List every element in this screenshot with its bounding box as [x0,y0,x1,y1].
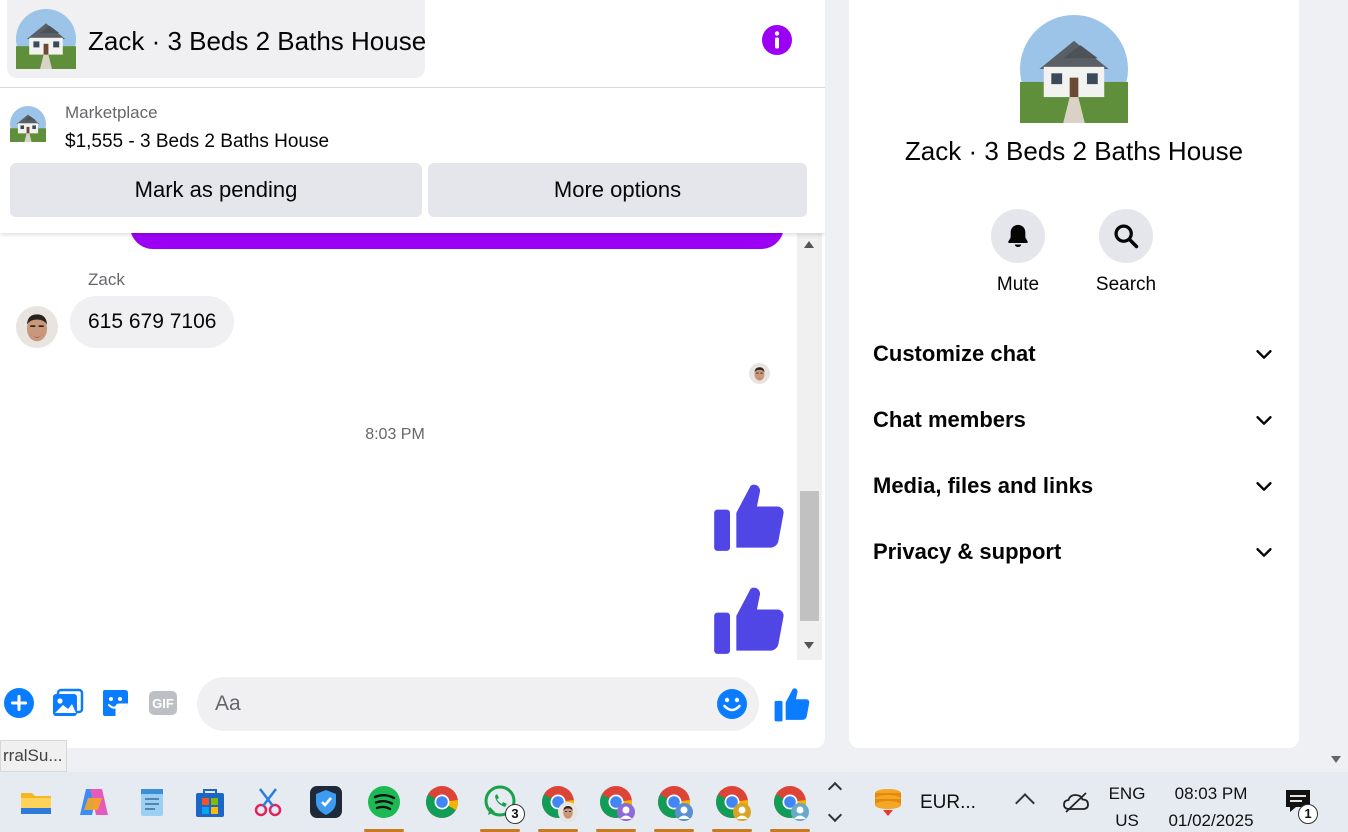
profile-avatar[interactable] [1020,15,1128,123]
chevron-down-icon [1253,475,1275,497]
profile-badge-icon [675,803,693,821]
seen-indicator-avatar [749,363,770,384]
message-timestamp: 8:03 PM [365,426,425,443]
gif-icon[interactable]: GIF [146,686,180,720]
scroll-up-arrow[interactable] [804,241,814,248]
bell-icon [1008,224,1028,248]
chat-pane: Zack · 3 Beds 2 Baths House Marketplace … [0,0,825,748]
chevron-down-icon[interactable] [827,807,843,823]
profile-name: Zack · 3 Beds 2 Baths House [904,136,1244,166]
chrome-profile-icon[interactable] [536,780,580,832]
input-language-indicator[interactable]: ENG US [1106,780,1148,832]
chevron-up-icon[interactable] [827,781,843,797]
notification-count-badge: 1 [1298,804,1318,824]
currency-widget[interactable]: EUR... [870,784,976,822]
mute-button-circle[interactable] [991,209,1045,263]
taskbar: 3 EUR... ENG US 08:03 PM 01/02/2025 1 [0,772,1348,832]
section-label: Chat members [873,407,1026,432]
listing-title[interactable]: $1,555 - 3 Beds 2 Baths House [65,131,329,153]
show-hidden-icons-chevron-icon[interactable] [1015,793,1035,813]
section-media-files-links[interactable]: Media, files and links [873,461,1275,511]
file-explorer-icon[interactable] [14,780,58,824]
section-customize-chat[interactable]: Customize chat [873,329,1275,379]
search-button-circle[interactable] [1099,209,1153,263]
message-scrollbar[interactable] [797,233,822,660]
section-privacy-support[interactable]: Privacy & support [873,527,1275,577]
received-message-bubble[interactable]: 615 679 7106 [70,296,235,348]
notification-center-icon[interactable]: 1 [1284,788,1324,828]
sticker-icon[interactable] [98,686,132,720]
snipping-tool-icon[interactable] [246,780,290,824]
thumbs-up-message-icon[interactable] [711,478,787,554]
chat-title[interactable]: Zack · 3 Beds 2 Baths House [88,26,426,57]
vpn-shield-icon[interactable] [304,780,348,824]
chat-header: Zack · 3 Beds 2 Baths House [0,0,825,88]
chevron-down-icon [1253,343,1275,365]
sender-avatar[interactable] [16,306,58,348]
whatsapp-icon[interactable]: 3 [478,780,525,832]
language-code: ENG [1108,784,1146,803]
mute-button[interactable]: Mute [973,209,1063,296]
listing-thumbnail[interactable] [10,106,46,142]
chevron-down-icon [1253,541,1275,563]
image-icon[interactable] [50,686,84,720]
currency-label: EUR... [920,792,976,813]
notepad-icon[interactable] [130,780,174,824]
scroll-down-arrow[interactable] [804,642,814,649]
coins-icon [875,789,901,816]
profile-badge-icon [617,803,635,821]
chrome-profile-icon[interactable] [768,780,812,832]
message-composer: GIF [0,672,825,736]
chrome-profile-icon[interactable] [710,780,754,832]
conversation-avatar[interactable] [16,9,76,69]
sent-message-bubble[interactable] [130,233,784,249]
sender-name: Zack [88,270,125,289]
more-options-button[interactable]: More options [428,163,807,217]
marketplace-listing-bar: Marketplace $1,555 - 3 Beds 2 Baths Hous… [0,88,825,233]
chevron-down-icon [1253,409,1275,431]
onedrive-cloud-icon[interactable] [1062,790,1090,814]
clock-time: 08:03 PM [1174,784,1248,803]
copilot-icon[interactable] [72,780,116,824]
section-chat-members[interactable]: Chat members [873,395,1275,445]
profile-badge-icon [733,803,751,821]
message-list[interactable]: Zack 615 679 7106 8:03 PM [0,233,797,660]
search-conversation-button[interactable]: Search [1081,209,1171,296]
region-code: US [1115,811,1139,830]
profile-badge-icon [791,803,809,821]
chrome-profile-icon[interactable] [652,780,696,832]
plus-circle-icon[interactable] [2,686,36,720]
system-clock[interactable]: 08:03 PM 01/02/2025 [1156,780,1266,832]
microsoft-store-icon[interactable] [188,780,232,824]
chrome-profile-icon[interactable] [594,780,638,832]
conversation-info-panel: Zack · 3 Beds 2 Baths House Mute Search … [849,0,1299,748]
section-label: Privacy & support [873,539,1062,564]
whatsapp-unread-badge: 3 [505,804,525,824]
taskbar-overflow-arrows[interactable] [826,778,846,828]
thumbs-up-message-icon[interactable] [711,581,787,657]
svg-text:GIF: GIF [152,696,174,711]
chrome-icon[interactable] [420,780,464,824]
info-icon[interactable] [762,25,792,55]
page-scroll-down-arrow[interactable] [1331,756,1341,763]
search-label: Search [1095,274,1157,295]
section-label: Customize chat [873,341,1036,366]
mark-as-pending-button[interactable]: Mark as pending [10,163,422,217]
clock-date: 01/02/2025 [1168,811,1254,830]
section-label: Media, files and links [873,473,1094,498]
marketplace-label: Marketplace [65,103,158,122]
message-input[interactable] [197,677,759,731]
profile-avatar-icon [558,802,578,822]
mute-label: Mute [996,274,1040,295]
search-icon [1114,224,1139,249]
thumbs-up-icon[interactable] [773,685,811,723]
emoji-icon[interactable] [715,687,749,721]
spotify-icon[interactable] [362,780,406,832]
scrollbar-thumb[interactable] [800,491,819,621]
taskbar-tooltip: rralSu... [0,740,67,772]
